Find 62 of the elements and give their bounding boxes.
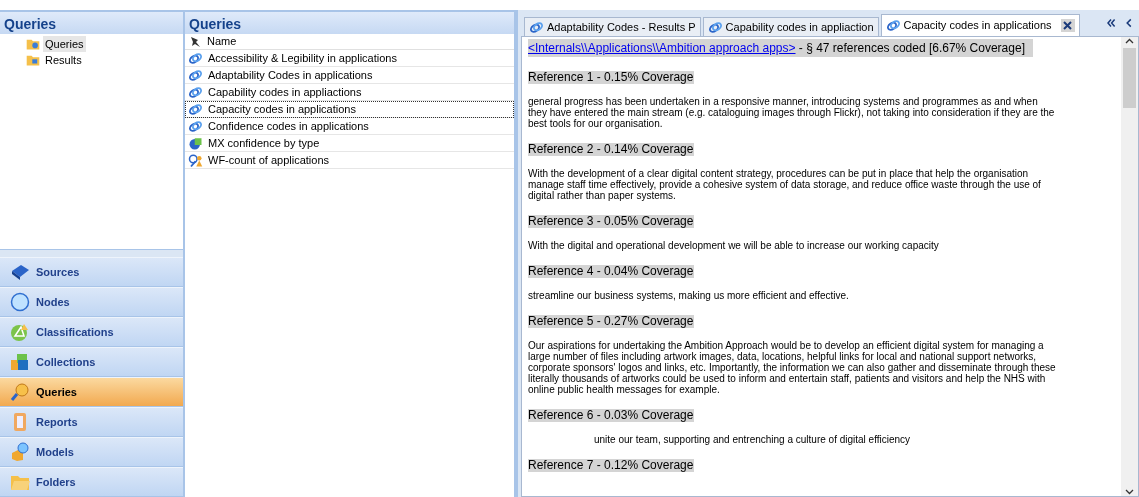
coded-passage: With the digital and operational development we will be able to increase our working capacity <box>528 240 940 251</box>
document-tab[interactable]: Capability codes in appliaction <box>702 17 879 36</box>
coded-passage: With the development of a clear digital content strategy, procedures can be put in place that help the organisation manage staff time effectively, provide a cohesive system of data storage, and reduce office waste through the use of digital rather than paper systems. <box>528 168 1042 201</box>
list-row[interactable]: WF-count of applications <box>185 152 514 169</box>
result-folder-icon <box>26 53 40 67</box>
reference-heading: Reference 2 - 0.14% Coverage <box>528 143 694 156</box>
list-row[interactable]: Capability codes in appliactions <box>185 84 514 101</box>
close-button[interactable] <box>1060 19 1075 32</box>
query-folder-icon <box>26 37 40 51</box>
coded-passage: unite our team, supporting and entrenching a culture of digital efficiency <box>593 434 912 445</box>
reference-heading: Reference 4 - 0.04% Coverage <box>528 265 694 278</box>
reference-heading: Reference 1 - 0.15% Coverage <box>528 71 694 84</box>
nav-button[interactable]: Folders <box>0 467 183 497</box>
reference-heading: Reference 7 - 0.12% Coverage <box>528 459 694 472</box>
squares-icon <box>10 352 30 372</box>
book-icon <box>10 262 30 282</box>
scroll-thumb[interactable] <box>1123 48 1136 108</box>
list-row[interactable]: MX confidence by type <box>185 135 514 152</box>
nav-button[interactable]: Reports <box>0 407 183 437</box>
link-icon <box>707 19 723 35</box>
pane-title: Queries <box>0 10 183 34</box>
coded-passage: Our aspirations for undertaking the Ambition Approach would be to develop an efficient digital system for managing a large number of files including artwork images, data, locations, helpful links for local and national support networks, corporate sponsors' logos and links, etc. Importantly, the information we can also gather and disseminate through these literally thousands of artworks could be used to inform and entertain staff, patients and visitors and help the NHS with online public health messages for example. <box>528 340 1057 395</box>
person-icon <box>188 152 203 168</box>
nav-button[interactable]: Nodes <box>0 287 183 317</box>
source-link[interactable]: <Internals\\Applications\\Ambition approach apps> <box>528 41 796 55</box>
tree-item[interactable]: Results <box>43 51 84 69</box>
pane-title: Queries <box>185 10 514 34</box>
scrollbar[interactable] <box>1121 37 1138 496</box>
nav-button[interactable]: Queries <box>0 377 183 407</box>
reference-heading: Reference 6 - 0.03% Coverage <box>528 409 694 422</box>
link-icon <box>188 50 203 66</box>
circle-icon <box>10 292 30 312</box>
nav-button[interactable]: Models <box>0 437 183 467</box>
scroll-up-icon[interactable] <box>1125 37 1134 46</box>
coded-passage: general progress has been undertaken in a responsive manner, introducing systems and programmes as and when they have entered the main stream (e.g. cataloguing images through Flickr), not taking into consideration if they are the best tools for our organisation. <box>528 96 1056 129</box>
document-tab[interactable]: Capacity codes in applications <box>880 14 1080 36</box>
link-icon <box>188 67 203 83</box>
link-icon <box>188 84 203 100</box>
reference-heading: Reference 3 - 0.05% Coverage <box>528 215 694 228</box>
nav-button[interactable]: Collections <box>0 347 183 377</box>
shapes-icon <box>10 442 30 462</box>
coded-passage: streamline our business systems, making us more efficient and effective. <box>528 290 850 301</box>
scroll-down-icon[interactable] <box>1125 487 1134 496</box>
pin-icon <box>189 35 201 48</box>
link-icon <box>188 118 203 134</box>
splitter-handle[interactable] <box>0 249 183 257</box>
nav-button[interactable]: Sources <box>0 257 183 287</box>
tree-item[interactable]: Queries <box>43 35 86 53</box>
column-header[interactable]: Name <box>207 33 237 50</box>
first-tab-icon <box>1105 17 1117 29</box>
magnifier-icon <box>10 382 30 402</box>
link-icon <box>885 18 901 33</box>
list-row[interactable]: Confidence codes in applications <box>185 118 514 135</box>
coverage-summary: <Internals\\Applications\\Ambition approach apps> - § 47 references coded [6.67% Coverage] <box>528 39 1033 57</box>
list-row[interactable]: Accessibility & Legibility in applications <box>185 50 514 67</box>
list-row[interactable]: Adaptability Codes in applications <box>185 67 514 84</box>
nav-button[interactable]: Classifications <box>0 317 183 347</box>
document-tab[interactable]: Adaptability Codes - Results P <box>524 17 701 36</box>
list-row[interactable]: Capacity codes in applications <box>185 101 514 118</box>
link-icon <box>529 19 544 35</box>
link-icon <box>188 101 203 117</box>
reference-heading: Reference 5 - 0.27% Coverage <box>528 315 694 328</box>
